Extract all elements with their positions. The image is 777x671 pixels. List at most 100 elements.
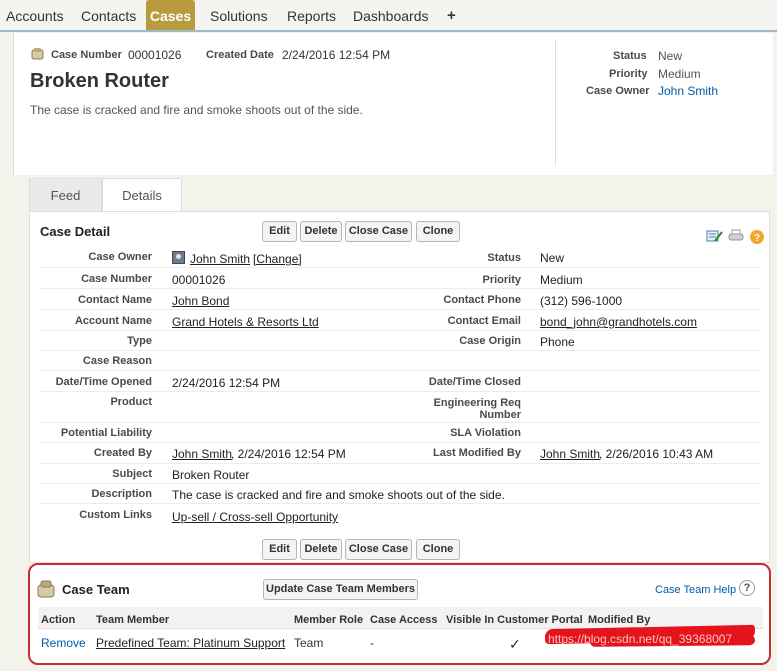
- date-opened-value: 2/24/2016 12:54 PM: [172, 376, 281, 390]
- tab-solutions[interactable]: Solutions: [210, 0, 268, 30]
- case-owner-link[interactable]: John Smith: [658, 84, 718, 98]
- contact-name-label: Contact Name: [78, 294, 152, 306]
- member-role-value: Team: [294, 636, 324, 650]
- type-label: Type: [127, 335, 152, 347]
- visible-checkmark-icon: ✓: [509, 636, 521, 652]
- row-divider: [40, 330, 760, 331]
- row-divider: [40, 350, 760, 351]
- case-owner-field-link[interactable]: John Smith: [190, 252, 250, 266]
- case-icon: [31, 48, 44, 60]
- status-field-value: New: [540, 251, 565, 265]
- created-by-label: Created By: [93, 447, 152, 459]
- engineering-req-label-line2: Number: [479, 409, 521, 421]
- date-closed-label: Date/Time Closed: [428, 376, 521, 388]
- case-owner-label: Case Owner: [586, 85, 650, 97]
- created-date-label: Created Date: [206, 49, 274, 61]
- col-case-access: Case Access: [370, 614, 438, 626]
- col-member-role: Member Role: [294, 614, 364, 626]
- delete-button-bottom[interactable]: Delete: [300, 539, 342, 560]
- tab-feed[interactable]: Feed: [29, 178, 102, 212]
- case-number-field-label: Case Number: [81, 273, 152, 285]
- last-modified-date: , 2/26/2016 10:43 AM: [599, 447, 714, 461]
- status-label: Status: [613, 50, 647, 62]
- row-divider: [40, 463, 760, 464]
- avatar: [172, 251, 185, 264]
- account-name-link[interactable]: Grand Hotels & Resorts Ltd: [172, 315, 319, 329]
- case-team-section: Case Team Update Case Team Members Case …: [28, 563, 771, 665]
- date-opened-label: Date/Time Opened: [55, 376, 152, 388]
- tab-dashboards[interactable]: Dashboards: [353, 0, 429, 30]
- sla-violation-label: SLA Violation: [450, 427, 521, 439]
- contact-phone-value: (312) 596-1000: [540, 294, 623, 308]
- upsell-link[interactable]: Up-sell / Cross-sell Opportunity: [172, 510, 338, 524]
- case-owner-field-label: Case Owner: [88, 251, 152, 263]
- subject-label: Subject: [112, 468, 152, 480]
- col-modified-by: Modified By: [588, 614, 651, 626]
- status-value: New: [658, 49, 683, 63]
- created-by-date: , 2/24/2016 12:54 PM: [231, 447, 346, 461]
- close-case-button-bottom[interactable]: Close Case: [345, 539, 412, 560]
- close-case-button[interactable]: Close Case: [345, 221, 412, 242]
- tab-accounts[interactable]: Accounts: [6, 0, 64, 30]
- case-number-value: 00001026: [128, 48, 182, 62]
- svg-text:?: ?: [754, 233, 760, 244]
- contact-email-link[interactable]: bond_john@grandhotels.com: [540, 315, 697, 329]
- tab-cases[interactable]: Cases: [146, 0, 195, 30]
- priority-field-value: Medium: [540, 273, 583, 287]
- priority-value: Medium: [658, 67, 701, 81]
- contact-phone-label: Contact Phone: [443, 294, 521, 306]
- row-divider: [40, 503, 760, 504]
- engineering-req-label-line1: Engineering Req: [433, 397, 521, 409]
- col-team-member: Team Member: [96, 614, 170, 626]
- case-description: The case is cracked and fire and smoke s…: [30, 103, 363, 117]
- edit-button-bottom[interactable]: Edit: [262, 539, 297, 560]
- product-label: Product: [110, 396, 152, 408]
- watermark: https://blog.csdn.net/qq_39368007: [548, 632, 733, 646]
- edit-layout-icon[interactable]: [706, 229, 724, 243]
- last-modified-label: Last Modified By: [432, 447, 521, 459]
- tab-details[interactable]: Details: [102, 178, 182, 212]
- help-circle-icon[interactable]: ?: [739, 580, 755, 596]
- subject-value: Broken Router: [172, 468, 250, 482]
- priority-label: Priority: [609, 68, 648, 80]
- col-action: Action: [41, 614, 76, 626]
- delete-button[interactable]: Delete: [300, 221, 342, 242]
- case-team-help-link[interactable]: Case Team Help: [655, 584, 736, 596]
- row-divider: [40, 267, 760, 268]
- description-label: Description: [91, 488, 152, 500]
- tab-reports[interactable]: Reports: [287, 0, 336, 30]
- created-by-link[interactable]: John Smith: [172, 447, 232, 461]
- print-icon[interactable]: [728, 229, 744, 243]
- page-title: Broken Router: [30, 70, 169, 92]
- top-navigation: Accounts Contacts Cases Solutions Report…: [0, 0, 777, 32]
- case-team-icon: [37, 580, 55, 598]
- clone-button-bottom[interactable]: Clone: [416, 539, 460, 560]
- contact-email-label: Contact Email: [447, 315, 521, 327]
- contact-name-link[interactable]: John Bond: [172, 294, 229, 308]
- change-owner-link[interactable]: [Change]: [253, 252, 302, 266]
- case-origin-label: Case Origin: [459, 335, 521, 347]
- tab-contacts[interactable]: Contacts: [81, 0, 136, 30]
- help-icon[interactable]: ?: [749, 229, 765, 245]
- clone-button[interactable]: Clone: [416, 221, 460, 242]
- case-number-label: Case Number: [51, 49, 122, 61]
- update-case-team-button[interactable]: Update Case Team Members: [263, 579, 418, 600]
- potential-liability-label: Potential Liability: [60, 427, 152, 439]
- description-value: The case is cracked and fire and smoke s…: [172, 488, 505, 502]
- case-detail-title: Case Detail: [40, 224, 111, 239]
- case-team-title: Case Team: [62, 582, 130, 597]
- remove-link[interactable]: Remove: [41, 636, 86, 650]
- case-number-field-value: 00001026: [172, 273, 226, 287]
- header-divider: [555, 40, 556, 165]
- row-divider: [40, 309, 760, 310]
- row-divider: [40, 483, 760, 484]
- status-field-label: Status: [487, 252, 521, 264]
- edit-button[interactable]: Edit: [262, 221, 297, 242]
- row-divider: [40, 422, 760, 423]
- last-modified-link[interactable]: John Smith: [540, 447, 600, 461]
- created-date-value: 2/24/2016 12:54 PM: [282, 48, 391, 62]
- row-divider: [40, 391, 760, 392]
- add-tab-icon[interactable]: +: [447, 0, 456, 30]
- team-member-link[interactable]: Predefined Team: Platinum Support: [96, 636, 285, 650]
- case-reason-label: Case Reason: [82, 355, 152, 367]
